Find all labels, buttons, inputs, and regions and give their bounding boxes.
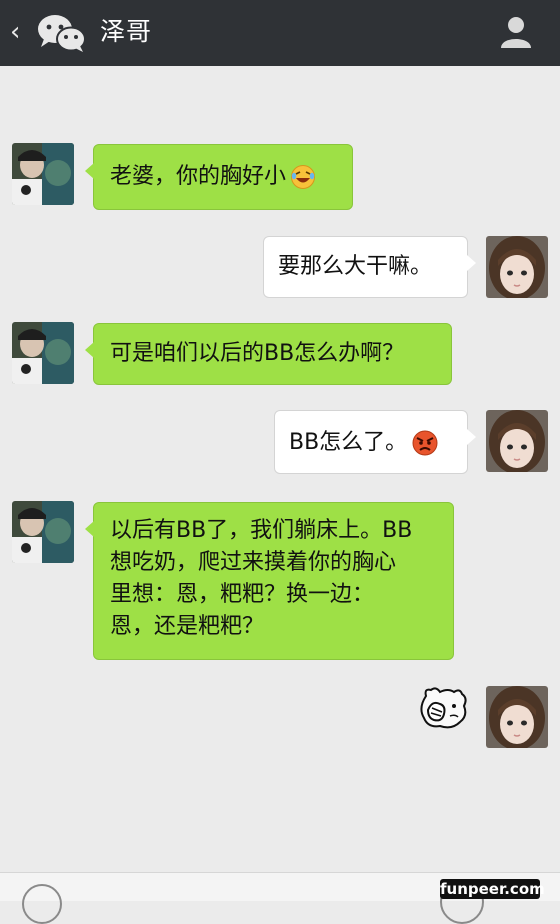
message-text: 可是咱们以后的BB怎么办啊？ — [110, 341, 405, 366]
contact-avatar[interactable] — [12, 501, 74, 563]
message-bubble[interactable]: 可是咱们以后的BB怎么办啊？ — [85, 323, 452, 385]
voice-input-icon[interactable] — [22, 884, 62, 924]
message-bubble[interactable]: 老婆，你的胸好小 — [85, 144, 353, 210]
chat-title: 泽哥 — [100, 17, 153, 46]
contact-avatar[interactable] — [12, 143, 74, 205]
message-text: 要那么大干嘛。 — [278, 254, 433, 279]
message-bubble[interactable]: 以后有BB了，我们躺床上。BB 想吃奶，爬过来摸着你的胸心 里想：恩，粑粑？换一… — [85, 502, 454, 660]
self-avatar[interactable] — [486, 686, 548, 748]
message-text: BB怎么了。 — [289, 430, 408, 455]
message-text-line: 恩，还是粑粑？ — [110, 614, 265, 639]
laughing-tears-emoji — [291, 165, 316, 189]
message-bubble[interactable]: 要那么大干嘛。 — [263, 236, 476, 298]
person-icon[interactable] — [498, 14, 534, 50]
message-bubble[interactable]: BB怎么了。 — [274, 410, 476, 474]
message-text-line: 以后有BB了，我们躺床上。BB — [110, 518, 413, 543]
contact-avatar[interactable] — [12, 322, 74, 384]
message-text: 老婆，你的胸好小 — [110, 164, 287, 189]
message-text-line: 里想：恩，粑粑？换一边： — [110, 582, 375, 607]
chevron-left-icon[interactable]: ‹ — [10, 17, 30, 47]
watermark: funpeer.com — [440, 879, 545, 899]
chat-header: ‹ 泽哥 — [0, 0, 560, 66]
angry-face-emoji — [412, 430, 438, 456]
wechat-logo-icon — [38, 15, 86, 52]
self-avatar[interactable] — [486, 410, 548, 472]
facepalm-bear-sticker[interactable] — [418, 686, 468, 730]
self-avatar[interactable] — [486, 236, 548, 298]
message-text-line: 想吃奶，爬过来摸着你的胸心 — [110, 550, 397, 575]
